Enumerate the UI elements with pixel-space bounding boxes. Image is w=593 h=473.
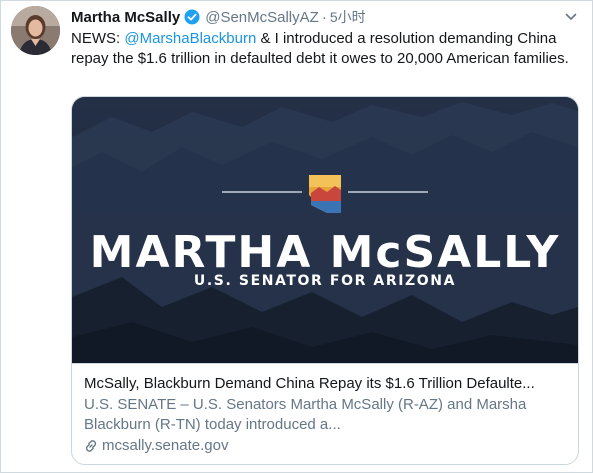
card-title[interactable]: McSally, Blackburn Demand China Repay it… [84,374,566,394]
verified-badge-icon [184,9,200,25]
tweet-text-prefix: NEWS: [71,30,125,47]
card-body[interactable]: McSally, Blackburn Demand China Repay it… [72,363,578,464]
display-name[interactable]: Martha McSally [71,9,180,26]
avatar-photo [11,6,60,55]
mention-link[interactable]: @MarshaBlackburn [124,30,256,47]
card-image-subtitle: U.S. SENATOR FOR ARIZONA [193,273,457,289]
link-icon [84,439,98,453]
tweet[interactable]: Martha McSally @SenMcSallyAZ · 5小时 NEWS:… [1,1,592,472]
user-handle[interactable]: @SenMcSallyAZ [205,9,319,26]
timestamp[interactable]: 5小时 [330,7,366,27]
link-card[interactable]: MARTHA McSALLY U.S. SENATOR FOR ARIZONA … [71,96,579,465]
tweet-header: Martha McSally @SenMcSallyAZ · 5小时 [71,7,366,27]
avatar[interactable] [11,6,60,55]
separator-dot: · [321,8,327,26]
chevron-down-icon[interactable] [564,10,578,24]
tweet-text: NEWS: @MarshaBlackburn & I introduced a … [71,29,571,68]
card-image-title: MARTHA McSALLY [89,227,561,278]
card-image[interactable]: MARTHA McSALLY U.S. SENATOR FOR ARIZONA [72,97,578,363]
card-description: U.S. SENATE – U.S. Senators Martha McSal… [84,396,527,433]
card-domain-text: mcsally.senate.gov [102,437,229,454]
card-domain[interactable]: mcsally.senate.gov [84,436,566,456]
